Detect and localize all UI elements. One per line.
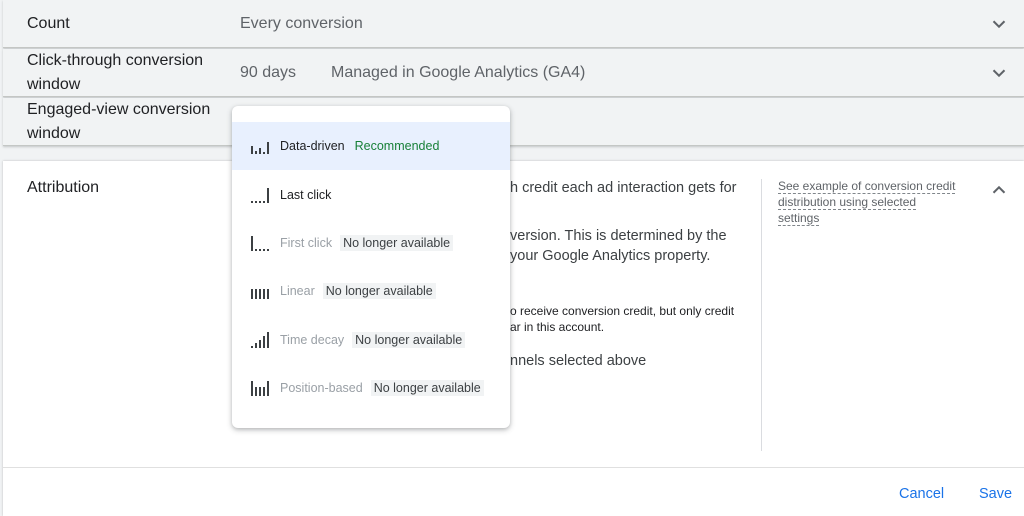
- chevron-down-icon[interactable]: [988, 13, 1010, 35]
- menu-item-last-click[interactable]: Last click: [232, 170, 510, 218]
- menu-item-linear: Linear No longer available: [232, 267, 510, 315]
- attribution-note-line2: ar in this account.: [510, 320, 605, 334]
- unavailable-badge: No longer available: [370, 380, 484, 397]
- menu-item-label: First click: [280, 235, 333, 250]
- attribution-description-line1: h credit each ad interaction gets for: [510, 180, 737, 196]
- chevron-up-icon[interactable]: [988, 179, 1010, 201]
- engaged-view-label-line1: Engaged-view conversion: [27, 101, 211, 118]
- engaged-view-window-row[interactable]: Engaged-view conversion window: [3, 98, 1024, 146]
- engaged-view-label-line2: window: [27, 125, 81, 142]
- count-value: Every conversion: [240, 15, 363, 32]
- attribution-note-line1: o receive conversion credit, but only cr…: [510, 304, 735, 318]
- see-example-line1[interactable]: See example of conversion credit: [778, 179, 956, 194]
- menu-item-time-decay: Time decay No longer available: [232, 316, 510, 364]
- click-through-label-line2: window: [27, 76, 81, 93]
- see-example-link[interactable]: See example of conversion credit distrib…: [778, 178, 974, 226]
- unavailable-badge: No longer available: [352, 331, 466, 348]
- attribution-model-menu: Data-driven Recommended Last click First…: [232, 106, 510, 428]
- attribution-description-line2: version. This is determined by the: [510, 228, 727, 244]
- click-through-note: Managed in Google Analytics (GA4): [331, 64, 586, 81]
- menu-item-label: Data-driven: [280, 139, 345, 154]
- conversion-settings-page: Count Every conversion Click-through con…: [0, 0, 1024, 516]
- menu-item-label: Linear: [280, 284, 315, 299]
- menu-item-first-click: First click No longer available: [232, 219, 510, 267]
- save-button[interactable]: Save: [979, 486, 1012, 502]
- attribution-description-line4: nnels selected above: [510, 353, 647, 369]
- position-based-icon: [250, 378, 270, 398]
- attribution-description-line3: your Google Analytics property.: [510, 248, 711, 264]
- count-row[interactable]: Count Every conversion: [3, 0, 1024, 48]
- linear-icon: [250, 281, 270, 301]
- menu-item-label: Time decay: [280, 332, 345, 347]
- click-through-value: 90 days: [240, 64, 297, 81]
- menu-item-label: Position-based: [280, 381, 363, 396]
- footer-divider: [3, 467, 1024, 468]
- recommended-badge: Recommended: [354, 139, 440, 154]
- last-click-icon: [250, 185, 270, 205]
- unavailable-badge: No longer available: [340, 234, 454, 251]
- vertical-divider: [761, 179, 762, 451]
- count-label: Count: [27, 15, 70, 32]
- attribution-label: Attribution: [27, 179, 100, 196]
- cancel-button[interactable]: Cancel: [899, 486, 944, 502]
- menu-item-data-driven[interactable]: Data-driven Recommended: [232, 122, 510, 171]
- chevron-down-icon[interactable]: [988, 62, 1010, 84]
- first-click-icon: [250, 233, 270, 253]
- click-through-label-line1: Click-through conversion: [27, 52, 204, 69]
- see-example-line3[interactable]: settings: [778, 211, 820, 226]
- menu-item-position-based: Position-based No longer available: [232, 364, 510, 412]
- click-through-window-row[interactable]: Click-through conversion window 90 days …: [3, 49, 1024, 97]
- data-driven-icon: [250, 136, 270, 156]
- menu-item-label: Last click: [280, 187, 332, 202]
- unavailable-badge: No longer available: [322, 283, 436, 300]
- time-decay-icon: [250, 330, 270, 350]
- see-example-line2[interactable]: distribution using selected: [778, 195, 917, 210]
- attribution-panel: Attribution h credit each ad interaction…: [3, 161, 1024, 516]
